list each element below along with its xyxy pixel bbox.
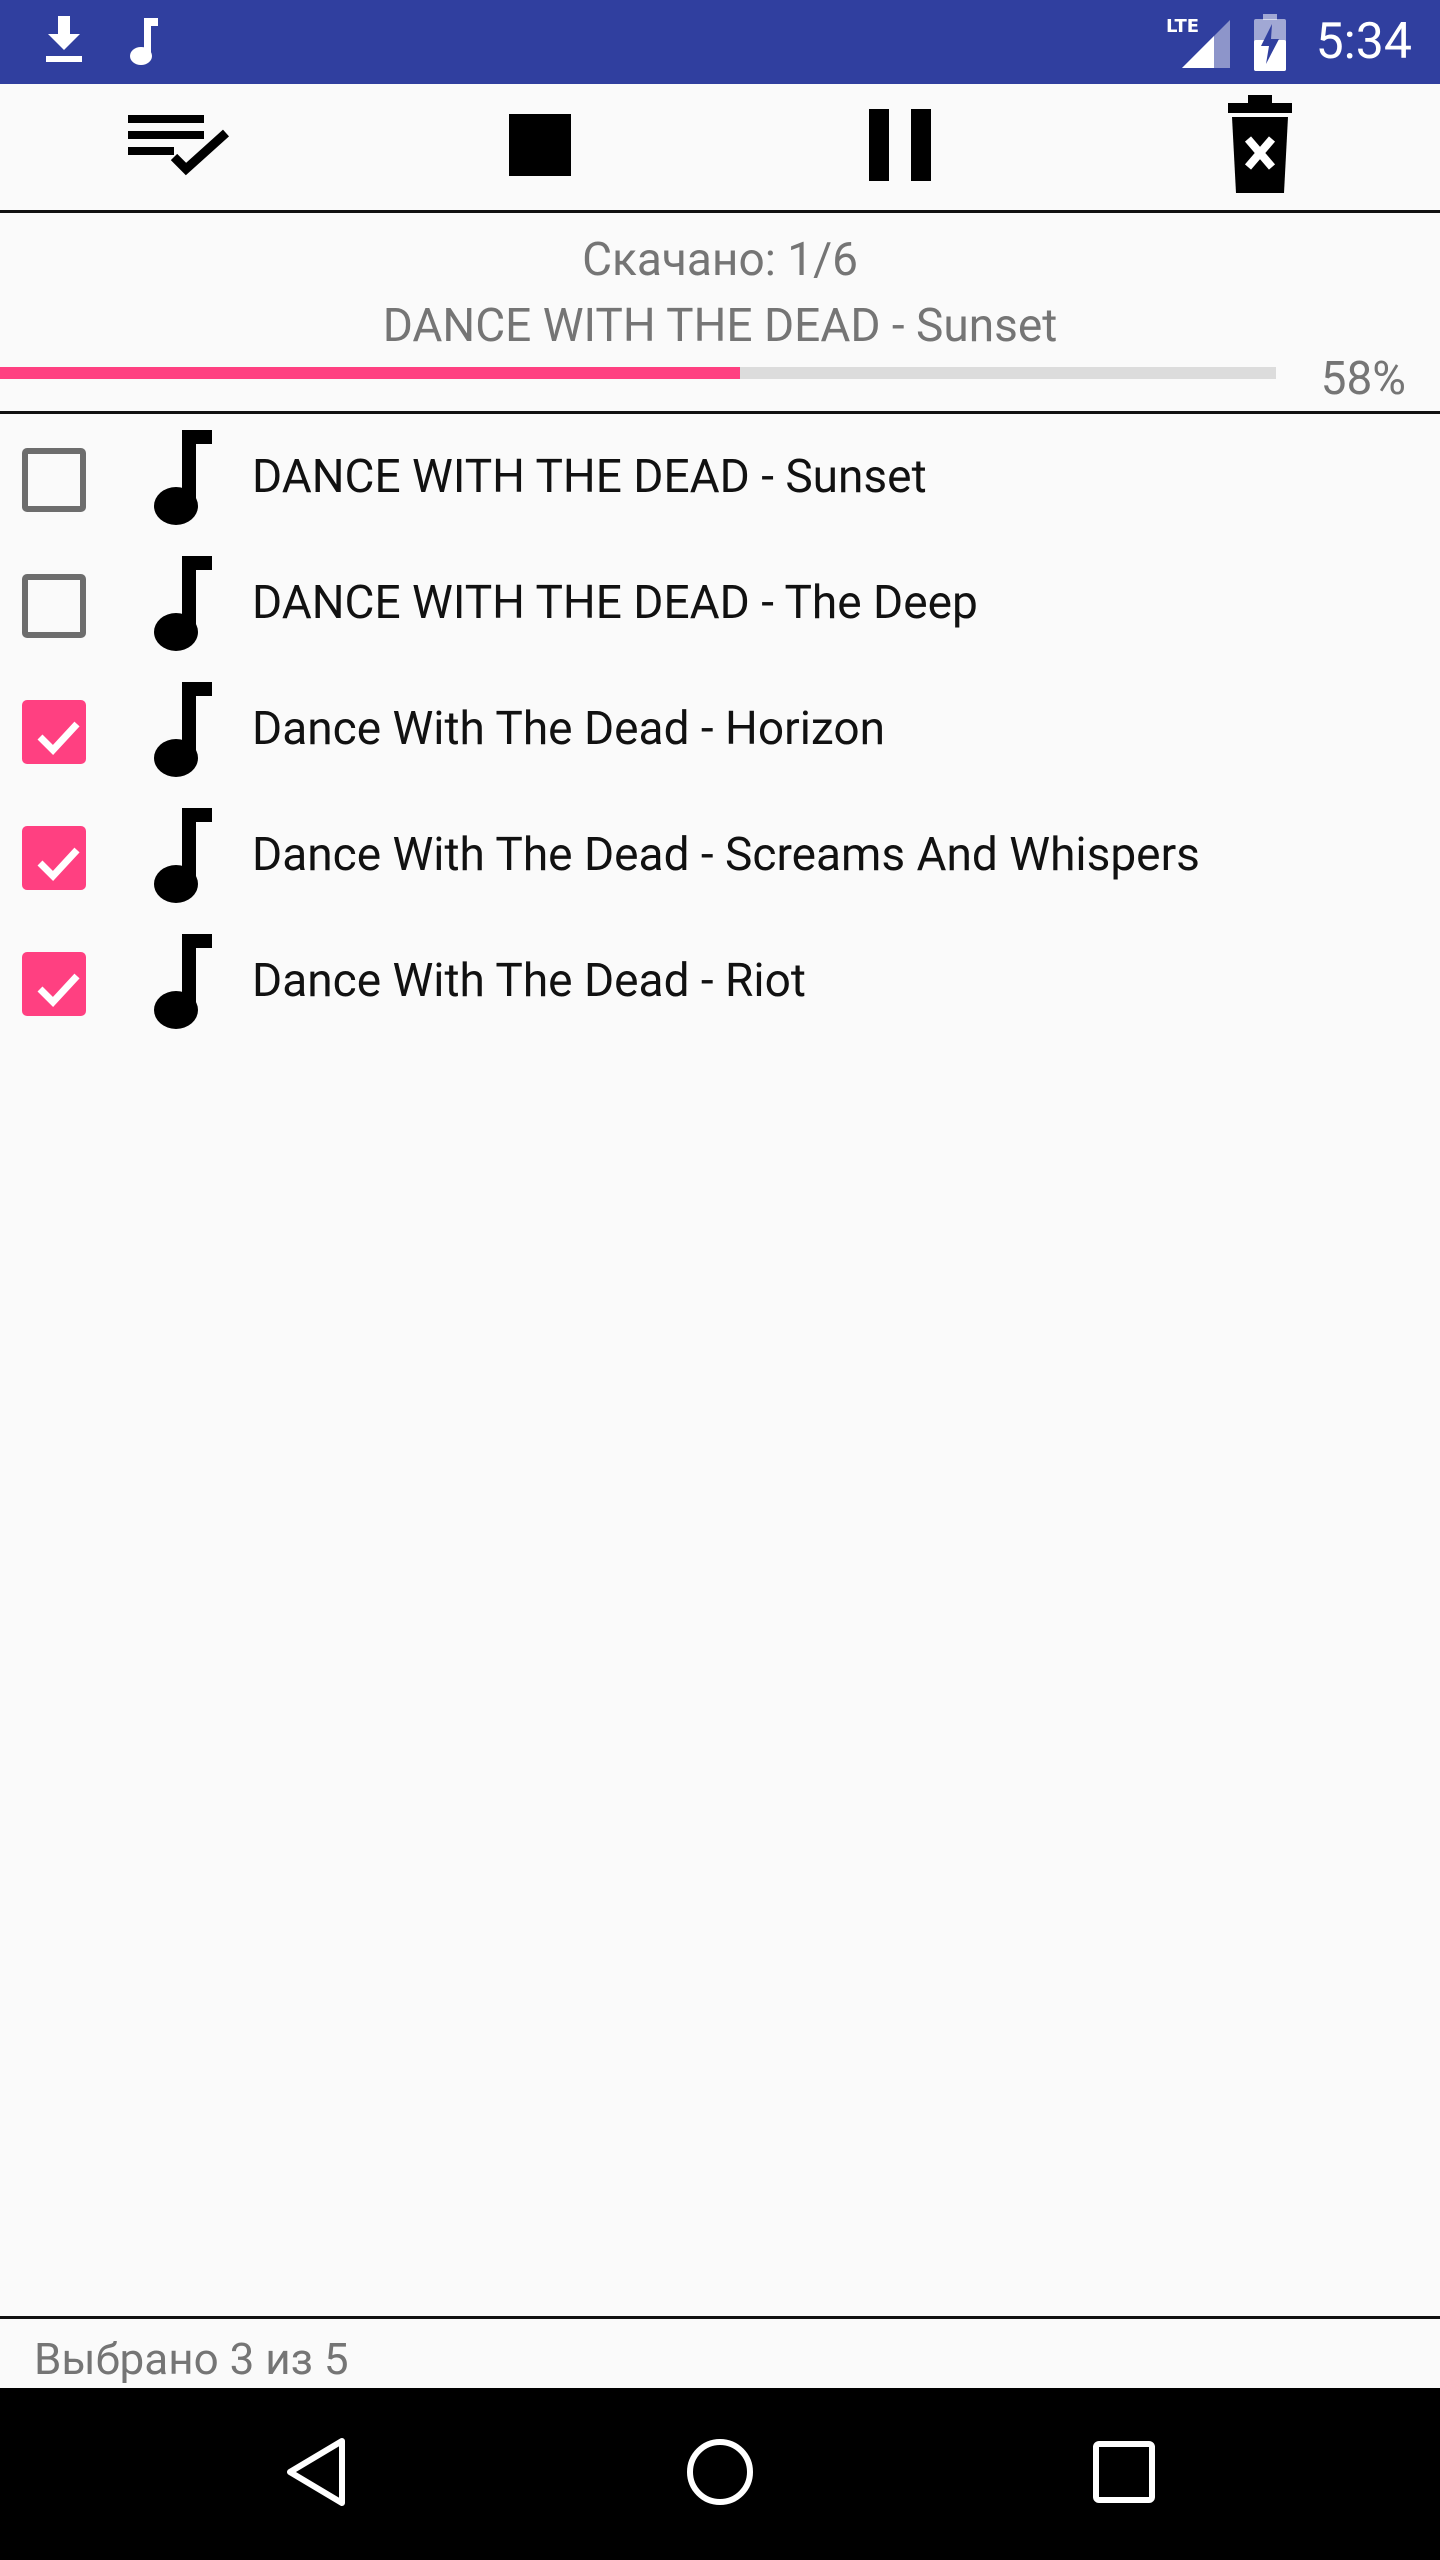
back-button[interactable]	[206, 2388, 426, 2560]
music-note-icon	[148, 428, 220, 532]
home-icon	[685, 2437, 755, 2511]
music-note-icon	[148, 806, 220, 910]
clock: 5:34	[1315, 13, 1412, 71]
track-checkbox[interactable]	[22, 700, 86, 764]
selection-status-bar: Выбрано 3 из 5	[0, 2316, 1440, 2391]
music-note-icon	[124, 14, 166, 72]
download-count: Скачано: 1/6	[582, 233, 858, 287]
music-note-icon	[148, 554, 220, 658]
status-bar: LTE 5:34	[0, 0, 1440, 84]
back-icon	[284, 2437, 348, 2511]
recents-icon	[1092, 2440, 1156, 2508]
music-note-icon	[148, 680, 220, 784]
pause-icon	[867, 107, 933, 187]
download-progress-panel: Скачано: 1/6 DANCE WITH THE DEAD - Sunse…	[0, 213, 1440, 414]
battery-charging-icon	[1252, 14, 1288, 76]
svg-text:LTE: LTE	[1166, 16, 1199, 37]
recents-button[interactable]	[1014, 2388, 1234, 2560]
system-nav-bar	[0, 2388, 1440, 2560]
download-icon	[40, 14, 88, 70]
delete-x-icon	[1224, 95, 1296, 199]
track-row[interactable]: Dance With The Dead - Riot	[0, 918, 1440, 1044]
track-title: DANCE WITH THE DEAD - Sunset	[252, 450, 927, 504]
pause-button[interactable]	[720, 84, 1080, 210]
track-checkbox[interactable]	[22, 448, 86, 512]
track-row[interactable]: Dance With The Dead - Screams And Whispe…	[0, 792, 1440, 918]
track-row[interactable]: DANCE WITH THE DEAD - Sunset	[0, 414, 1440, 540]
download-progress-fill	[0, 367, 741, 379]
checkmark-icon	[37, 973, 80, 1008]
track-checkbox[interactable]	[22, 952, 86, 1016]
home-button[interactable]	[610, 2388, 830, 2560]
playlist-check-icon	[120, 105, 240, 189]
track-title: Dance With The Dead - Horizon	[252, 702, 885, 756]
download-percent: 58%	[1320, 352, 1406, 406]
track-title: Dance With The Dead - Riot	[252, 954, 806, 1008]
checkmark-icon	[37, 847, 80, 882]
track-row[interactable]: DANCE WITH THE DEAD - The Deep	[0, 540, 1440, 666]
download-progress-bar	[0, 367, 1276, 379]
stop-icon	[507, 112, 573, 182]
track-title: Dance With The Dead - Screams And Whispe…	[252, 828, 1200, 882]
current-track-title: DANCE WITH THE DEAD - Sunset	[382, 299, 1058, 353]
track-title: DANCE WITH THE DEAD - The Deep	[252, 576, 978, 630]
action-toolbar	[0, 84, 1440, 213]
track-checkbox[interactable]	[22, 574, 86, 638]
track-checkbox[interactable]	[22, 826, 86, 890]
music-note-icon	[148, 932, 220, 1036]
stop-button[interactable]	[360, 84, 720, 210]
signal-icon: LTE	[1164, 16, 1234, 74]
checkmark-icon	[37, 721, 80, 756]
selection-count: Выбрано 3 из 5	[34, 2333, 349, 2385]
delete-button[interactable]	[1080, 84, 1440, 210]
select-all-button[interactable]	[0, 84, 360, 210]
track-row[interactable]: Dance With The Dead - Horizon	[0, 666, 1440, 792]
track-list: DANCE WITH THE DEAD - Sunset DANCE WITH T…	[0, 414, 1440, 1044]
